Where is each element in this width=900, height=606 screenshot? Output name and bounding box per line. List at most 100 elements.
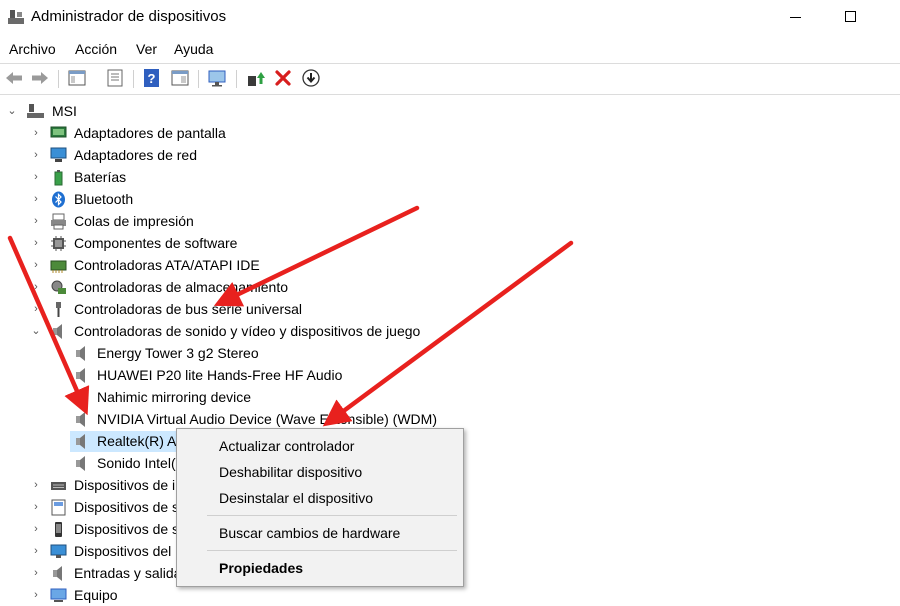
chevron-right-icon[interactable]: › xyxy=(30,501,42,513)
uninstall-icon[interactable] xyxy=(273,68,293,88)
monitor-device-icon xyxy=(50,544,67,558)
chevron-right-icon[interactable]: › xyxy=(30,127,42,139)
properties-menu-item[interactable]: Propiedades xyxy=(219,560,303,576)
disable-device-menu-item[interactable]: Deshabilitar dispositivo xyxy=(219,464,362,480)
toolbar-separator xyxy=(58,70,59,88)
tree-category[interactable]: › Controladoras de almacenamiento xyxy=(0,277,900,298)
tree-category-label: Baterías xyxy=(74,169,127,185)
chevron-down-icon[interactable]: ⌄ xyxy=(30,325,42,337)
audio-io-icon xyxy=(53,566,62,581)
computer-icon xyxy=(50,588,67,602)
tree-device-label: HUAWEI P20 lite Hands-Free HF Audio xyxy=(97,367,343,383)
tree-category-label: Dispositivos del xyxy=(74,543,172,559)
back-arrow-icon[interactable] xyxy=(4,68,24,88)
tree-category-label: Adaptadores de pantalla xyxy=(74,125,226,141)
menu-bar: Archivo Acción Ver Ayuda xyxy=(0,37,900,61)
tree-device-label: Sonido Intel( xyxy=(97,455,176,471)
tree-root-label: MSI xyxy=(52,103,77,119)
storage-controller-icon xyxy=(51,280,66,294)
phone-device-icon xyxy=(55,522,62,537)
tree-device[interactable]: Nahimic mirroring device xyxy=(0,387,900,408)
menu-ayuda[interactable]: Ayuda xyxy=(174,41,213,57)
toolbar-separator xyxy=(133,70,134,88)
tree-device[interactable]: HUAWEI P20 lite Hands-Free HF Audio xyxy=(0,365,900,386)
update-driver-icon[interactable] xyxy=(245,68,265,88)
usb-icon xyxy=(56,302,61,317)
speaker-icon xyxy=(76,456,85,471)
show-hide-console-tree-icon[interactable] xyxy=(67,68,87,88)
tree-device[interactable]: NVIDIA Virtual Audio Device (Wave Extens… xyxy=(0,409,900,430)
tree-category[interactable]: › Colas de impresión xyxy=(0,211,900,232)
menu-separator xyxy=(207,550,457,551)
chevron-right-icon[interactable]: › xyxy=(30,567,42,579)
speaker-icon xyxy=(76,368,85,383)
tree-category[interactable]: › Controladoras de bus serie universal xyxy=(0,299,900,320)
tree-device-label: Energy Tower 3 g2 Stereo xyxy=(97,345,259,361)
tree-category[interactable]: › Componentes de software xyxy=(0,233,900,254)
tree-device-label: NVIDIA Virtual Audio Device (Wave Extens… xyxy=(97,411,437,427)
chevron-right-icon[interactable]: › xyxy=(30,545,42,557)
speaker-icon xyxy=(76,412,85,427)
tree-category[interactable]: › Adaptadores de pantalla xyxy=(0,123,900,144)
tree-category-label: Dispositivos de s xyxy=(74,521,180,537)
tree-category-expanded[interactable]: ⌄ Controladoras de sonido y vídeo y disp… xyxy=(0,321,900,342)
tree-root[interactable]: ⌄ MSI xyxy=(0,101,900,122)
chevron-right-icon[interactable]: › xyxy=(30,281,42,293)
tree-category[interactable]: › Equipo xyxy=(0,585,900,606)
minimize-icon[interactable] xyxy=(782,4,810,30)
tree-category-label: Adaptadores de red xyxy=(74,147,197,163)
tree-category[interactable]: › Baterías xyxy=(0,167,900,188)
svg-text:?: ? xyxy=(148,71,156,86)
tree-category[interactable]: › Adaptadores de red xyxy=(0,145,900,166)
tree-device-label: Realtek(R) Au xyxy=(97,433,185,449)
tree-category-label: Componentes de software xyxy=(74,235,238,251)
chevron-right-icon[interactable]: › xyxy=(30,193,42,205)
maximize-icon[interactable] xyxy=(836,4,864,30)
display-adapter-icon xyxy=(50,126,67,138)
speaker-icon xyxy=(76,434,85,449)
tree-category[interactable]: › Bluetooth xyxy=(0,189,900,210)
scan-hardware-menu-item[interactable]: Buscar cambios de hardware xyxy=(219,525,400,541)
tree-category-label: Controladoras de bus serie universal xyxy=(74,301,303,317)
keyboard-device-icon xyxy=(51,482,66,490)
speaker-icon xyxy=(76,390,85,405)
tree-category[interactable]: › Controladoras ATA/ATAPI IDE xyxy=(0,255,900,276)
chevron-right-icon[interactable]: › xyxy=(30,171,42,183)
properties-icon[interactable] xyxy=(105,68,125,88)
tree-category-label: Entradas y salida xyxy=(74,565,182,581)
title-bar: Administrador de dispositivos xyxy=(0,0,900,36)
action-pane-icon[interactable] xyxy=(170,68,190,88)
system-device-icon xyxy=(51,499,66,516)
chevron-right-icon[interactable]: › xyxy=(30,303,42,315)
chevron-right-icon[interactable]: › xyxy=(30,237,42,249)
download-icon[interactable] xyxy=(301,68,321,88)
chevron-right-icon[interactable]: › xyxy=(30,259,42,271)
chevron-right-icon[interactable]: › xyxy=(30,215,42,227)
uninstall-device-menu-item[interactable]: Desinstalar el dispositivo xyxy=(219,490,373,506)
help-icon[interactable]: ? xyxy=(142,68,162,88)
bluetooth-icon xyxy=(52,191,65,208)
scan-hardware-icon[interactable] xyxy=(207,68,227,88)
software-component-icon xyxy=(51,236,66,251)
menu-separator xyxy=(207,515,457,516)
toolbar-separator xyxy=(198,70,199,88)
speaker-icon xyxy=(53,324,62,339)
chevron-right-icon[interactable]: › xyxy=(30,479,42,491)
update-driver-menu-item[interactable]: Actualizar controlador xyxy=(219,438,354,454)
chevron-right-icon[interactable]: › xyxy=(30,589,42,601)
tree-device-label: Nahimic mirroring device xyxy=(97,389,252,405)
menu-archivo[interactable]: Archivo xyxy=(9,41,56,57)
toolbar: ? xyxy=(0,63,900,95)
print-queue-icon xyxy=(51,213,66,230)
chevron-right-icon[interactable]: › xyxy=(30,523,42,535)
tree-category-label: Dispositivos de i xyxy=(74,477,176,493)
menu-ver[interactable]: Ver xyxy=(136,41,157,57)
chevron-down-icon[interactable]: ⌄ xyxy=(6,105,18,117)
tree-category-label: Equipo xyxy=(74,587,118,603)
speaker-icon xyxy=(76,346,85,361)
tree-device[interactable]: Energy Tower 3 g2 Stereo xyxy=(0,343,900,364)
ide-controller-icon xyxy=(50,260,67,273)
chevron-right-icon[interactable]: › xyxy=(30,149,42,161)
menu-accion[interactable]: Acción xyxy=(75,41,117,57)
forward-arrow-icon[interactable] xyxy=(30,68,50,88)
